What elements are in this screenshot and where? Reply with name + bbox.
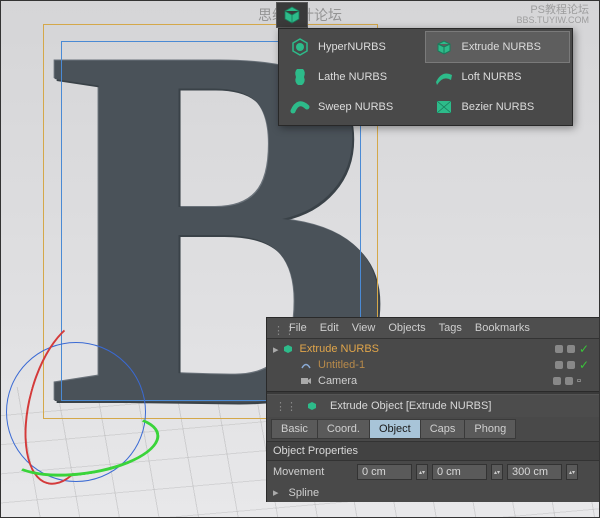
menu-item-bezier-nurbs[interactable]: Bezier NURBS (426, 92, 570, 122)
nurbs-dropdown-menu: HyperNURBS Extrude NURBS Lathe NURBS Lof… (278, 28, 573, 126)
object-manager-panel: ⋮⋮ File Edit View Objects Tags Bookmarks… (266, 317, 599, 502)
spline-label: Spline (289, 487, 369, 499)
menu-label: Bezier NURBS (462, 101, 535, 113)
tab-caps[interactable]: Caps (420, 419, 465, 439)
viewport-toggle-icon[interactable]: ▫ (577, 375, 589, 387)
extrude-object-icon (305, 399, 319, 413)
attributes-title: Extrude Object [Extrude NURBS] (330, 400, 491, 412)
movement-x-input[interactable] (357, 464, 412, 480)
tree-label: Untitled-1 (318, 359, 365, 371)
menu-label: HyperNURBS (318, 41, 386, 53)
camera-object-icon (299, 374, 313, 388)
tab-phong[interactable]: Phong (464, 419, 516, 439)
spinner-y[interactable]: ▴▾ (491, 464, 503, 480)
tree-row-untitled[interactable]: Untitled-1 ✓ (267, 357, 599, 373)
menu-item-sweep-nurbs[interactable]: Sweep NURBS (282, 92, 426, 122)
menu-item-loft-nurbs[interactable]: Loft NURBS (426, 62, 570, 92)
menu-item-lathe-nurbs[interactable]: Lathe NURBS (282, 62, 426, 92)
enable-check-icon[interactable]: ✓ (579, 342, 589, 356)
menu-label: Lathe NURBS (318, 71, 387, 83)
visibility-dot[interactable] (555, 345, 563, 353)
axis-gizmo[interactable] (1, 317, 161, 487)
spinner-x[interactable]: ▴▾ (416, 464, 428, 480)
tree-row-camera[interactable]: Camera ▫ (267, 373, 599, 389)
watermark-right: PS教程论坛 BBS.TUYIW.COM (516, 4, 589, 26)
menu-label: Sweep NURBS (318, 101, 393, 113)
property-movement: Movement ▴▾ ▴▾ ▴▾ (267, 461, 599, 483)
tree-label: Camera (318, 375, 357, 387)
movement-y-input[interactable] (432, 464, 487, 480)
tree-row-extrude[interactable]: ▸ Extrude NURBS ✓ (267, 341, 599, 357)
menu-item-hypernurbs[interactable]: HyperNURBS (282, 32, 426, 62)
panel-grip-icon[interactable]: ⋮⋮ (273, 324, 295, 337)
menu-tags[interactable]: Tags (439, 322, 462, 334)
lathe-icon (290, 67, 310, 87)
extrude-object-icon (281, 342, 295, 356)
render-dot[interactable] (567, 361, 575, 369)
attribute-tabs: Basic Coord. Object Caps Phong (267, 417, 599, 441)
cube-icon (282, 5, 302, 25)
object-tree: ▸ Extrude NURBS ✓ Untitled-1 ✓ (267, 339, 599, 391)
visibility-dot[interactable] (553, 377, 561, 385)
menu-bookmarks[interactable]: Bookmarks (475, 322, 530, 334)
menu-view[interactable]: View (352, 322, 376, 334)
panel-grip-icon[interactable]: ⋮⋮ (275, 400, 297, 413)
loft-icon (434, 67, 454, 87)
tree-label: Extrude NURBS (300, 343, 379, 355)
menu-label: Loft NURBS (462, 71, 522, 83)
attributes-header: ⋮⋮ Extrude Object [Extrude NURBS] (267, 395, 599, 417)
expander-icon[interactable]: ▸ (273, 343, 279, 356)
tree-expander-icon[interactable]: ▸ (273, 486, 279, 499)
bezier-icon (434, 97, 454, 117)
render-dot[interactable] (567, 345, 575, 353)
tab-object[interactable]: Object (369, 419, 420, 439)
property-spline: ▸ Spline (267, 483, 599, 502)
menu-item-extrude-nurbs[interactable]: Extrude NURBS (426, 32, 570, 62)
hypernurbs-icon (290, 37, 310, 57)
object-manager-menubar: ⋮⋮ File Edit View Objects Tags Bookmarks (267, 318, 599, 339)
spinner-z[interactable]: ▴▾ (566, 464, 578, 480)
spline-object-icon (299, 358, 313, 372)
movement-label: Movement (273, 466, 353, 478)
visibility-dot[interactable] (555, 361, 563, 369)
render-dot[interactable] (565, 377, 573, 385)
extrude-icon (434, 37, 454, 57)
menu-label: Extrude NURBS (462, 41, 541, 53)
menu-edit[interactable]: Edit (320, 322, 339, 334)
tab-basic[interactable]: Basic (271, 419, 317, 439)
enable-check-icon[interactable]: ✓ (579, 358, 589, 372)
movement-z-input[interactable] (507, 464, 562, 480)
nurbs-toolbar-button[interactable] (276, 2, 308, 28)
sweep-icon (290, 97, 310, 117)
tab-coord[interactable]: Coord. (317, 419, 369, 439)
properties-section-header: Object Properties (267, 441, 599, 461)
menu-objects[interactable]: Objects (388, 322, 425, 334)
